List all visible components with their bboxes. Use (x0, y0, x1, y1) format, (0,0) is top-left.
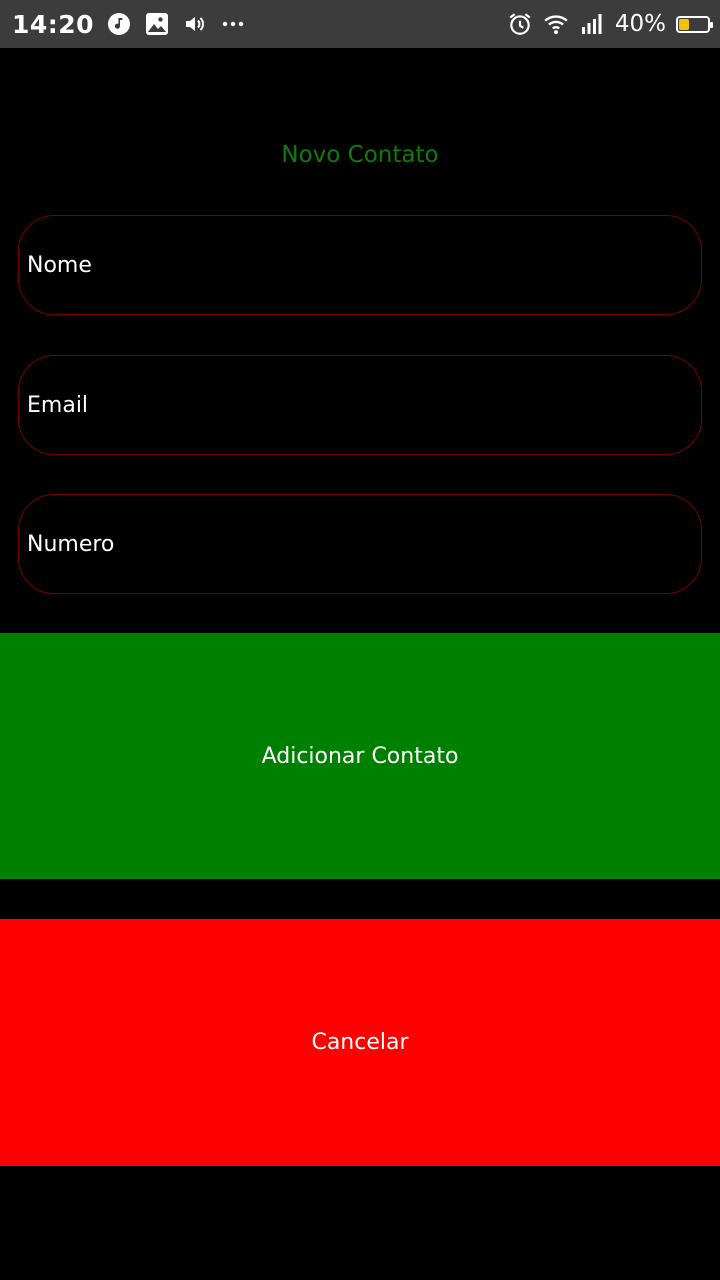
image-icon (144, 11, 170, 37)
battery-icon (676, 15, 713, 33)
cancel-button-label: Cancelar (311, 1030, 409, 1055)
status-time: 14:20 (12, 9, 95, 39)
volume-icon (182, 11, 208, 37)
email-field[interactable]: Email (18, 355, 702, 455)
email-field-placeholder: Email (27, 392, 89, 418)
page-title: Novo Contato (281, 142, 439, 168)
number-field-placeholder: Numero (27, 531, 115, 557)
signal-icon (579, 11, 605, 37)
music-icon (106, 11, 132, 37)
wifi-icon (543, 11, 569, 37)
name-field-placeholder: Nome (27, 252, 92, 278)
add-contact-button-label: Adicionar Contato (261, 743, 459, 769)
name-field[interactable]: Nome (18, 215, 702, 315)
more-dots-icon (220, 11, 246, 37)
battery-level-fill (679, 18, 689, 30)
number-field[interactable]: Numero (18, 494, 702, 594)
alarm-icon (507, 11, 533, 37)
add-contact-button[interactable]: Adicionar Contato (0, 633, 720, 879)
status-bar: 14:20 40% (0, 0, 720, 48)
battery-percentage: 40% (614, 11, 666, 37)
cancel-button[interactable]: Cancelar (0, 919, 720, 1166)
